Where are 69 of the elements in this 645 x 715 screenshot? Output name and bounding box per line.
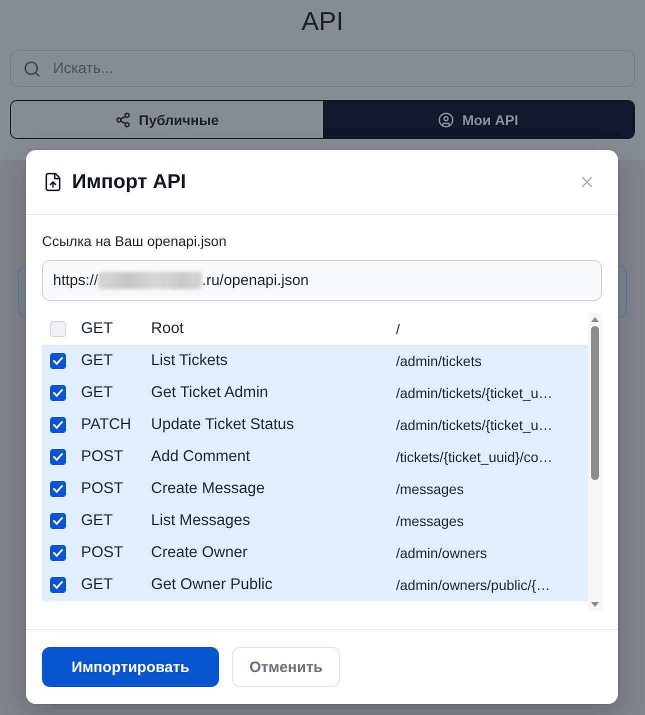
url-start-text: https://: [53, 272, 98, 289]
http-method: PATCH: [81, 416, 132, 434]
endpoint-name: Update Ticket Status: [151, 416, 296, 434]
endpoint-path: /tickets/{ticket_uuid}/co…: [396, 449, 552, 465]
endpoint-path: /messages: [396, 513, 464, 529]
endpoint-path: /admin/tickets: [396, 353, 482, 369]
endpoint-name: Get Owner Public: [151, 576, 274, 594]
user-circle-icon: [438, 112, 454, 128]
dialog-title: Импорт API: [72, 170, 188, 194]
endpoint-row[interactable]: GET List Tickets /admin/tickets: [42, 345, 588, 377]
checkbox[interactable]: [50, 545, 66, 561]
endpoint-path: /admin/owners/public/{…: [396, 577, 550, 593]
http-method: GET: [81, 512, 114, 530]
field-label: Ссылка на Ваш openapi.json: [42, 232, 228, 251]
scrollbar[interactable]: [588, 313, 602, 611]
check-icon: [53, 549, 63, 557]
endpoint-name: List Messages: [151, 512, 252, 530]
check-icon: [53, 421, 63, 429]
endpoint-path: /: [396, 321, 400, 337]
checkbox[interactable]: [50, 385, 66, 401]
page-title: API: [302, 5, 344, 38]
http-method: POST: [81, 448, 124, 466]
http-method: GET: [81, 576, 114, 594]
url-end-text: .ru/openapi.json: [202, 272, 309, 289]
checkbox[interactable]: [50, 513, 66, 529]
tab[interactable]: Мои API: [322, 101, 634, 138]
checkbox[interactable]: [50, 449, 66, 465]
endpoint-row[interactable]: GET Get Owner Public /admin/owners/public/{…: [42, 569, 588, 601]
endpoint-name: Add Comment: [151, 448, 252, 466]
cancel-button[interactable]: Отменить: [232, 647, 340, 687]
endpoint-row[interactable]: POST Create Owner /admin/owners: [42, 537, 588, 569]
url-input-field[interactable]: https:// .ru/openapi.json: [42, 260, 602, 301]
http-method: GET: [81, 352, 114, 370]
share-icon: [114, 112, 131, 128]
endpoint-row[interactable]: POST Add Comment /tickets/{ticket_uuid}/co…: [42, 441, 588, 473]
endpoint-path: /admin/owners: [396, 545, 488, 561]
endpoint-row[interactable]: GET List Messages /messages: [42, 505, 588, 537]
endpoint-name: Get Ticket Admin: [151, 384, 270, 402]
endpoint-path: /admin/tickets/{ticket_u…: [396, 385, 552, 401]
endpoint-row[interactable]: PATCH Update Ticket Status /admin/tickets/{ticket_u…: [42, 409, 588, 441]
checkbox[interactable]: [50, 577, 66, 593]
http-method: GET: [81, 320, 114, 338]
endpoint-row[interactable]: GET Get Ticket Admin /admin/tickets/{ticket_u…: [42, 377, 588, 409]
check-icon: [53, 389, 63, 397]
endpoint-path: /admin/tickets/{ticket_u…: [396, 417, 552, 433]
http-method: POST: [81, 480, 124, 498]
check-icon: [53, 357, 63, 365]
search-icon: [23, 60, 41, 78]
endpoint-name: List Tickets: [151, 352, 229, 370]
scroll-up-arrow-icon[interactable]: [591, 317, 599, 322]
import-button[interactable]: Импортировать: [42, 647, 219, 687]
checkbox[interactable]: [50, 353, 66, 369]
search-placeholder: Искать...: [53, 60, 114, 77]
scroll-down-arrow-icon[interactable]: [591, 602, 599, 607]
http-method: POST: [81, 544, 124, 562]
check-icon: [53, 485, 63, 493]
scrollbar-thumb[interactable]: [591, 326, 599, 480]
checkbox[interactable]: [50, 417, 66, 433]
endpoint-name: Create Message: [151, 480, 266, 498]
http-method: GET: [81, 384, 114, 402]
file-upload-icon: [43, 172, 63, 192]
check-icon: [53, 517, 63, 525]
check-icon: [53, 581, 63, 589]
endpoint-row[interactable]: POST Create Message /messages: [42, 473, 588, 505]
check-icon: [53, 453, 63, 461]
endpoint-path: /messages: [396, 481, 464, 497]
endpoint-name: Create Owner: [151, 544, 248, 562]
checkbox[interactable]: [50, 481, 66, 497]
endpoint-name: Root: [151, 320, 185, 338]
